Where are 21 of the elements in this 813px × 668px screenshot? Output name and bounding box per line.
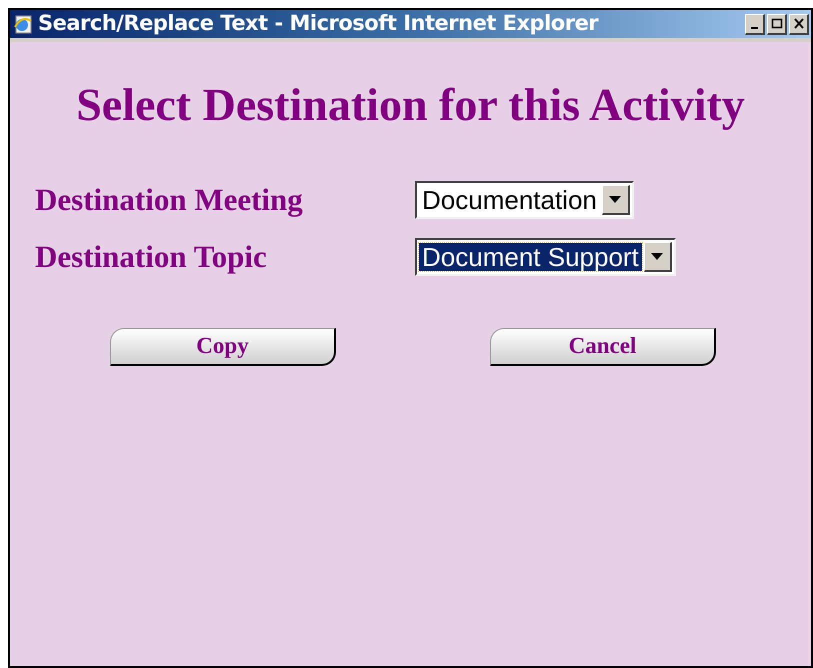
- maximize-button[interactable]: [767, 14, 787, 34]
- field-label: Destination Meeting: [35, 181, 304, 219]
- dropdown-select[interactable]: Documentation: [415, 181, 634, 220]
- dropdown-value: Documentation: [421, 186, 598, 214]
- dropdown-arrow-button[interactable]: [644, 242, 672, 272]
- window-title: Search/Replace Text - Microsoft Internet Explorer: [38, 10, 600, 38]
- page-heading: Select Destination for this Activity: [76, 78, 745, 132]
- dropdown-arrow-button[interactable]: [602, 185, 630, 216]
- field-label: Destination Topic: [35, 238, 268, 276]
- maximize-icon: [770, 17, 784, 30]
- minimize-button[interactable]: [745, 14, 765, 34]
- close-button[interactable]: [789, 14, 809, 34]
- action-button[interactable]: Copy: [110, 328, 336, 366]
- dropdown-select[interactable]: Document Support: [415, 238, 676, 276]
- caret-icon: [651, 252, 664, 260]
- dropdown-value: Document Support: [419, 242, 642, 271]
- caret-icon: [609, 196, 622, 204]
- action-button[interactable]: Cancel: [490, 328, 716, 366]
- minimize-icon: [751, 26, 758, 28]
- browser-icon: [12, 13, 34, 35]
- close-icon: [792, 17, 806, 30]
